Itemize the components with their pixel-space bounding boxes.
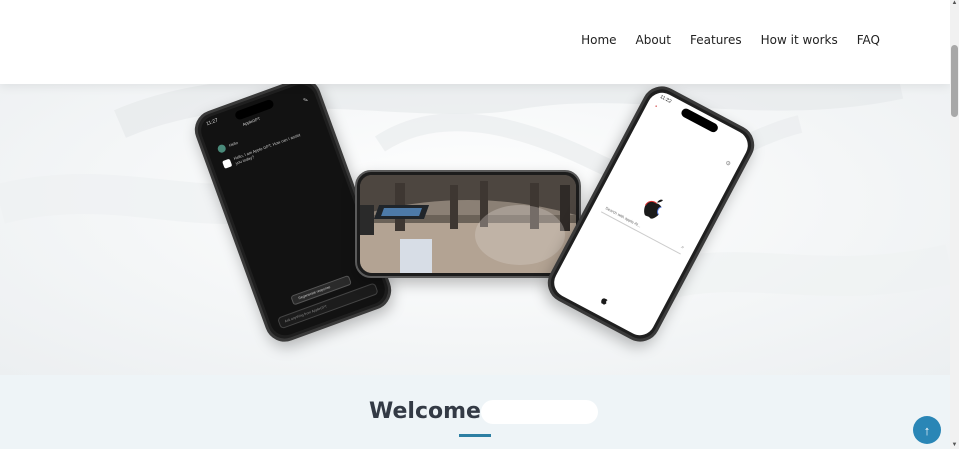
phone-mockup-vr: [355, 170, 581, 278]
apple-logo-small-icon: [601, 298, 608, 305]
scroll-to-top-button[interactable]: ↑: [913, 416, 941, 444]
regenerate-label: Regenerate response: [297, 285, 331, 301]
settings-icon[interactable]: ⚙: [724, 159, 732, 168]
chat-input-placeholder: Ask anything from AppleGPT: [283, 304, 328, 324]
apple-logo-icon: [644, 199, 663, 219]
user-message: Hello: [228, 140, 239, 148]
search-placeholder: Search with apple AI...: [604, 205, 643, 229]
scroll-down-icon[interactable]: ▼: [951, 442, 958, 449]
assistant-message: Hello, I am Apple GPT. How can I assist …: [233, 132, 301, 166]
search-icon[interactable]: ⌕: [680, 244, 685, 251]
status-time: 11:22: [658, 93, 673, 105]
menu-icon[interactable]: ▪: [654, 104, 658, 110]
page-scrollbar[interactable]: ▲ ▼: [950, 0, 959, 449]
nav-how-it-works[interactable]: How it works: [761, 33, 838, 47]
vr-scene-image: [360, 175, 576, 273]
welcome-section: Welcome to: [0, 375, 950, 449]
arrow-up-icon: ↑: [923, 422, 931, 438]
nav-features[interactable]: Features: [690, 33, 742, 47]
brand-name-placeholder: [481, 400, 598, 424]
navbar: Home About Features How it works FAQ: [0, 0, 950, 84]
nav-faq[interactable]: FAQ: [857, 33, 880, 47]
vr-scene-graphic: [360, 175, 576, 273]
hero-section: 11:27 AppleGPT ✎ Hello Hello, I am Apple…: [0, 84, 950, 375]
nav-about[interactable]: About: [636, 33, 671, 47]
assistant-avatar: [222, 158, 233, 169]
title-underline: [459, 434, 491, 437]
edit-icon[interactable]: ✎: [302, 96, 310, 104]
scrollbar-thumb[interactable]: [951, 45, 958, 117]
status-time: 11:27: [205, 117, 219, 128]
scroll-up-icon[interactable]: ▲: [951, 0, 958, 7]
nav-home[interactable]: Home: [581, 33, 616, 47]
nav-links: Home About Features How it works FAQ: [581, 33, 880, 47]
user-avatar: [216, 143, 227, 154]
